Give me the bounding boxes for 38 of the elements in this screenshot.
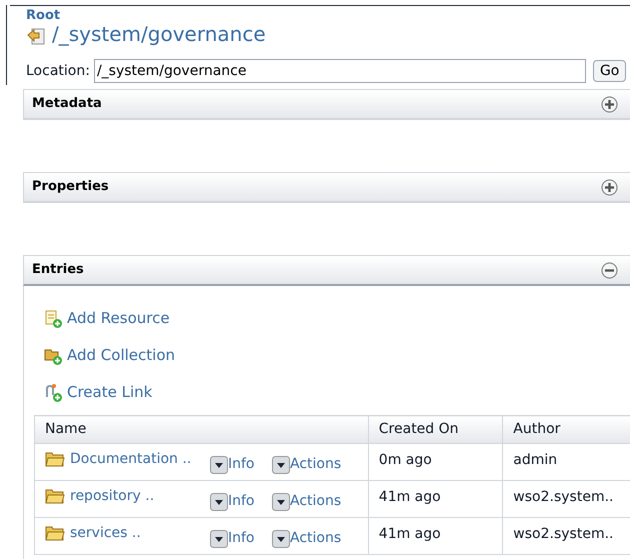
breadcrumb-link[interactable]: Root bbox=[26, 9, 60, 23]
table-cell: 0m ago bbox=[368, 444, 503, 480]
folder-icon bbox=[45, 524, 65, 542]
folder-icon bbox=[45, 450, 65, 468]
entry-link[interactable]: services .. bbox=[70, 523, 210, 544]
panel-title: Metadata bbox=[32, 95, 102, 114]
expand-icon[interactable] bbox=[601, 96, 618, 112]
panel-title: Entries bbox=[32, 261, 84, 280]
location-field[interactable]: /_system/governance bbox=[94, 59, 586, 83]
info-dropdown[interactable]: Info bbox=[210, 491, 272, 512]
location-label: Location: bbox=[26, 62, 90, 80]
table-cell: 41m ago bbox=[368, 480, 503, 518]
action-link[interactable]: Add Collection bbox=[67, 344, 176, 367]
panel-header[interactable]: Entries bbox=[23, 255, 630, 286]
actions-dropdown[interactable]: Actions bbox=[272, 491, 342, 512]
info-dropdown[interactable]: Info bbox=[210, 528, 272, 549]
column-header: Created On bbox=[368, 416, 503, 444]
collapse-icon[interactable] bbox=[601, 262, 618, 278]
column-header: Name bbox=[34, 416, 368, 444]
actions-dropdown[interactable]: Actions bbox=[272, 454, 342, 475]
actions-dropdown[interactable]: Actions bbox=[272, 528, 342, 549]
add-link-icon bbox=[43, 382, 63, 402]
panel-title: Properties bbox=[32, 178, 109, 196]
info-dropdown[interactable]: Info bbox=[210, 454, 272, 475]
panel-header[interactable]: Metadata bbox=[23, 89, 630, 120]
expand-icon[interactable] bbox=[601, 178, 618, 196]
go-button[interactable]: Go bbox=[592, 60, 626, 82]
action-link[interactable]: Add Resource bbox=[67, 307, 170, 330]
add-document-icon bbox=[43, 308, 63, 328]
entry-link[interactable]: Documentation .. bbox=[70, 449, 210, 470]
folder-up-icon bbox=[26, 26, 46, 46]
panel-header[interactable]: Properties bbox=[23, 172, 630, 203]
table-cell: 41m ago bbox=[368, 518, 503, 554]
page-title: /_system/governance bbox=[52, 21, 266, 47]
column-header: Author bbox=[502, 416, 630, 444]
folder-icon bbox=[45, 487, 65, 505]
action-link[interactable]: Create Link bbox=[67, 381, 152, 404]
entry-link[interactable]: repository .. bbox=[70, 486, 210, 507]
